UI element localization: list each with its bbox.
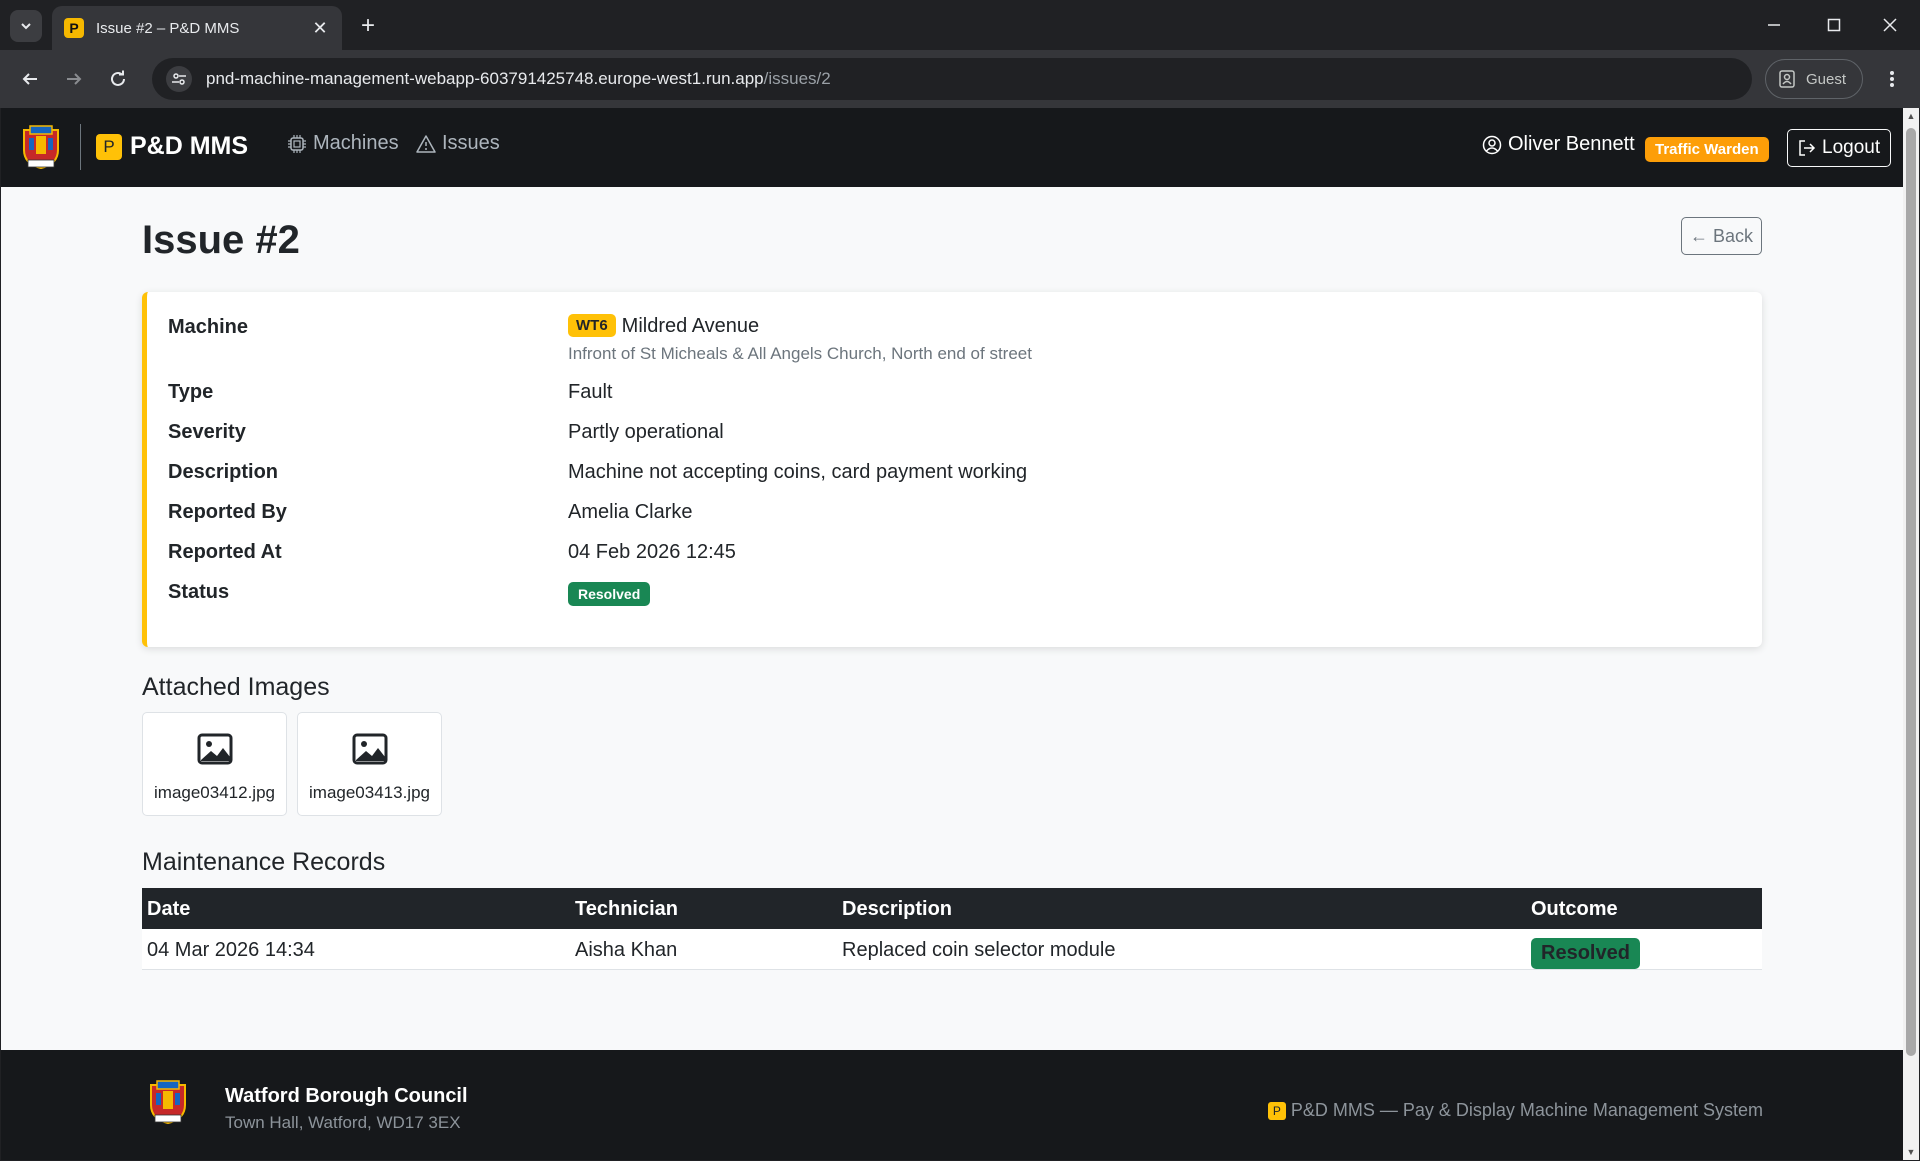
machine-name[interactable]: Mildred Avenue bbox=[622, 315, 760, 337]
chip-icon bbox=[288, 134, 306, 153]
new-tab-button[interactable]: + bbox=[354, 12, 382, 40]
chevron-down-icon bbox=[21, 23, 31, 30]
browser-toolbar: pnd-machine-management-webapp-6037914257… bbox=[0, 50, 1920, 108]
scroll-up-icon[interactable]: ▲ bbox=[1906, 110, 1916, 122]
status-badge: Resolved bbox=[568, 582, 651, 606]
type-label: Type bbox=[168, 381, 214, 403]
role-badge: Traffic Warden bbox=[1645, 137, 1769, 162]
logout-icon bbox=[1799, 140, 1816, 156]
attachment-filename: image03413.jpg bbox=[309, 783, 430, 802]
nav-issues-label: Issues bbox=[442, 132, 500, 154]
navbar-divider bbox=[80, 124, 81, 170]
outcome-badge: Resolved bbox=[1531, 938, 1640, 969]
browser-tab-active[interactable]: P Issue #2 – P&D MMS ✕ bbox=[52, 6, 342, 50]
parking-icon: P bbox=[96, 133, 122, 160]
maximize-icon bbox=[1827, 18, 1841, 32]
cell-description: Replaced coin selector module bbox=[842, 939, 1116, 961]
page-scrollbar[interactable]: ▲ ▼ bbox=[1903, 108, 1919, 1160]
reported-by-value: Amelia Clarke bbox=[568, 501, 693, 523]
parking-icon: P bbox=[1267, 1101, 1286, 1120]
machine-code-badge: WT6 bbox=[568, 314, 616, 337]
description-label: Description bbox=[168, 461, 279, 483]
tab-favicon-icon: P bbox=[64, 18, 84, 38]
severity-value: Partly operational bbox=[568, 421, 724, 443]
reported-at-value: 04 Feb 2026 12:45 bbox=[568, 541, 736, 563]
cell-date: 04 Mar 2026 14:34 bbox=[147, 939, 315, 961]
nav-machines-label: Machines bbox=[313, 132, 399, 154]
minimize-button[interactable] bbox=[1746, 8, 1802, 42]
footer-tagline-text: P&D MMS — Pay & Display Machine Manageme… bbox=[1290, 1100, 1763, 1120]
back-nav-button[interactable] bbox=[14, 63, 46, 95]
current-user: Oliver Bennett bbox=[1482, 133, 1635, 156]
address-bar[interactable]: pnd-machine-management-webapp-6037914257… bbox=[152, 58, 1752, 100]
logout-button[interactable]: Logout bbox=[1787, 129, 1892, 167]
image-icon bbox=[197, 733, 233, 765]
council-crest-logo bbox=[150, 1080, 186, 1125]
profile-icon bbox=[1779, 70, 1795, 88]
nav-issues[interactable]: Issues bbox=[416, 132, 500, 155]
user-circle-icon bbox=[1482, 135, 1502, 154]
issue-details-card: Machine WT6 Mildred Avenue Infront of St … bbox=[142, 292, 1762, 647]
user-name: Oliver Bennett bbox=[1508, 133, 1635, 155]
site-info-icon[interactable] bbox=[166, 66, 192, 92]
close-icon bbox=[1883, 18, 1897, 32]
more-vertical-icon bbox=[1890, 71, 1894, 87]
maintenance-heading: Maintenance Records bbox=[142, 848, 386, 876]
arrow-left-icon bbox=[22, 73, 37, 85]
browser-menu-button[interactable] bbox=[1876, 63, 1908, 95]
reported-by-label: Reported By bbox=[168, 501, 287, 523]
column-header-date: Date bbox=[147, 898, 191, 920]
table-header: Date Technician Description Outcome bbox=[142, 888, 1762, 929]
description-value: Machine not accepting coins, card paymen… bbox=[568, 461, 1028, 483]
app-navbar: P P&D MMS Machines Issues Oliver Bennett… bbox=[1, 108, 1903, 187]
image-icon bbox=[352, 733, 388, 765]
tab-search-button[interactable] bbox=[10, 10, 42, 42]
page-viewport: P P&D MMS Machines Issues Oliver Bennett… bbox=[1, 108, 1919, 1160]
table-row: 04 Mar 2026 14:34 Aisha Khan Replaced co… bbox=[142, 929, 1762, 970]
profile-button[interactable]: Guest bbox=[1765, 59, 1863, 99]
footer-org-name: Watford Borough Council bbox=[225, 1085, 468, 1107]
column-header-technician: Technician bbox=[575, 898, 678, 920]
back-button[interactable]: ← Back bbox=[1681, 217, 1762, 255]
machine-location: Infront of St Micheals & All Angels Chur… bbox=[568, 344, 1032, 363]
footer-tagline: P P&D MMS — Pay & Display Machine Manage… bbox=[1267, 1100, 1763, 1121]
url-text: pnd-machine-management-webapp-6037914257… bbox=[206, 69, 831, 88]
page-footer: Watford Borough Council Town Hall, Watfo… bbox=[1, 1050, 1903, 1160]
scrollbar-thumb[interactable] bbox=[1906, 128, 1916, 1056]
cell-technician: Aisha Khan bbox=[575, 939, 678, 961]
tab-close-icon[interactable]: ✕ bbox=[310, 18, 330, 39]
maximize-button[interactable] bbox=[1806, 8, 1862, 42]
attachment-tile[interactable]: image03413.jpg bbox=[297, 712, 442, 816]
close-window-button[interactable] bbox=[1862, 8, 1918, 42]
column-header-outcome: Outcome bbox=[1531, 898, 1618, 920]
tab-title: Issue #2 – P&D MMS bbox=[96, 19, 240, 37]
profile-label: Guest bbox=[1806, 70, 1847, 88]
attachment-filename: image03412.jpg bbox=[154, 783, 275, 802]
attached-images-heading: Attached Images bbox=[142, 673, 330, 701]
reload-button[interactable] bbox=[102, 63, 134, 95]
status-label: Status bbox=[168, 581, 230, 603]
machine-label: Machine bbox=[168, 316, 249, 338]
page-title: Issue #2 bbox=[142, 218, 300, 262]
council-crest-logo[interactable] bbox=[20, 124, 62, 170]
brand-name: P&D MMS bbox=[130, 132, 249, 160]
status-value: Resolved bbox=[568, 582, 651, 606]
reload-icon bbox=[111, 70, 125, 86]
forward-nav-button[interactable] bbox=[58, 63, 90, 95]
minimize-icon bbox=[1768, 24, 1780, 26]
attachment-tile[interactable]: image03412.jpg bbox=[142, 712, 287, 816]
logout-label: Logout bbox=[1822, 137, 1881, 158]
browser-tab-bar: P Issue #2 – P&D MMS ✕ + bbox=[0, 0, 1920, 50]
footer-address: Town Hall, Watford, WD17 3EX bbox=[225, 1113, 461, 1132]
nav-machines[interactable]: Machines bbox=[287, 132, 399, 155]
brand-link[interactable]: P P&D MMS bbox=[96, 132, 248, 161]
warning-triangle-icon bbox=[416, 134, 436, 153]
severity-label: Severity bbox=[168, 421, 246, 443]
type-value: Fault bbox=[568, 381, 613, 403]
reported-at-label: Reported At bbox=[168, 541, 282, 563]
arrow-right-icon bbox=[67, 73, 82, 85]
scroll-down-icon[interactable]: ▼ bbox=[1906, 1146, 1916, 1158]
machine-value: WT6 Mildred Avenue bbox=[568, 314, 759, 338]
column-header-description: Description bbox=[842, 898, 953, 920]
